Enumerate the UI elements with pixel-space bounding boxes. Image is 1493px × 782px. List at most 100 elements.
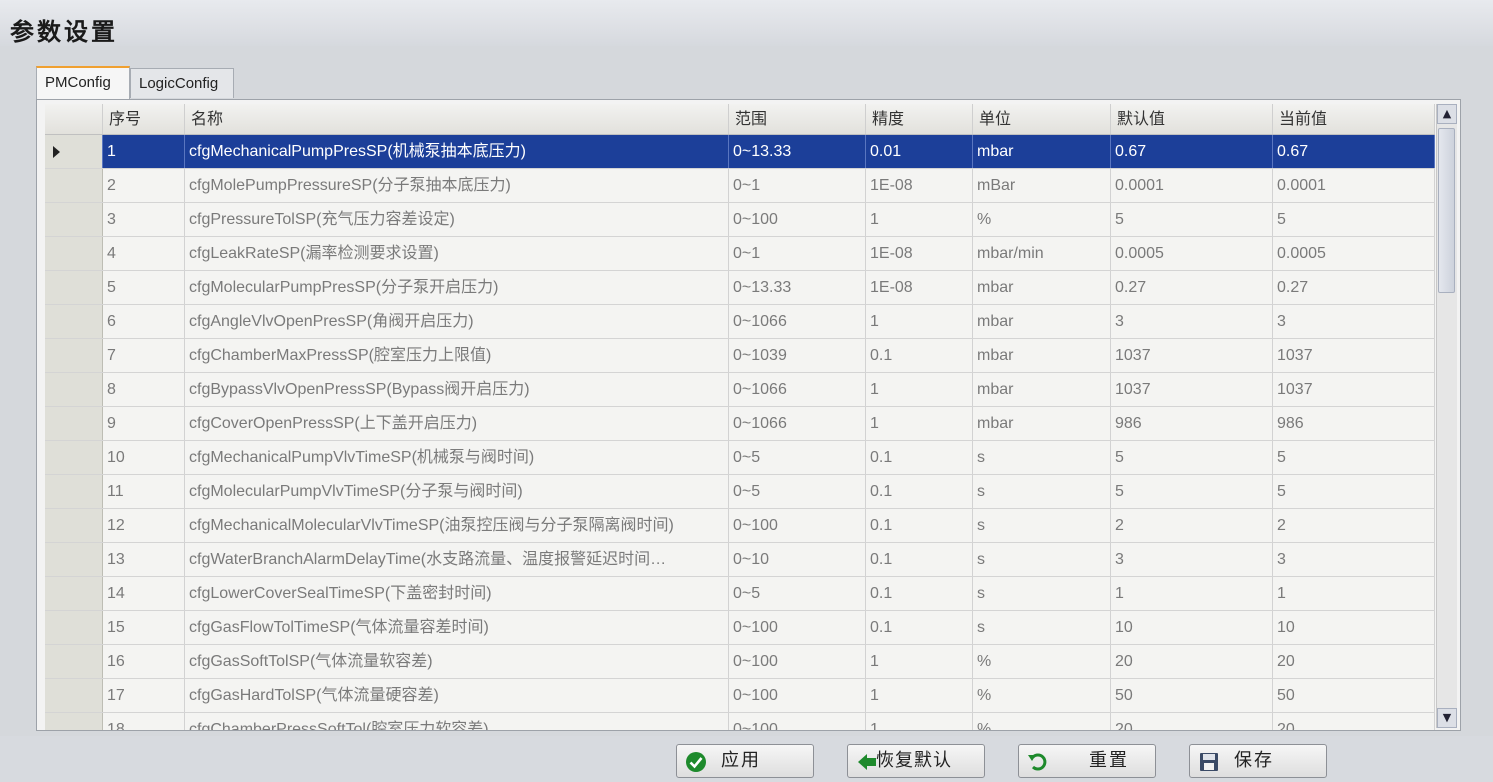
parameter-grid: 序号 名称 范围 精度 单位 默认值 当前值 1 cfgMechanicalPum… bbox=[36, 99, 1461, 731]
cell-name: cfgMechanicalPumpVlvTimeSP(机械泵与阀时间) bbox=[185, 441, 729, 474]
cell-current[interactable]: 5 bbox=[1273, 203, 1435, 236]
row-indicator[interactable] bbox=[45, 509, 103, 542]
row-indicator[interactable] bbox=[45, 305, 103, 338]
table-row[interactable]: 18 cfgChamberPressSoftTol(腔室压力软容差) 0~100 1%… bbox=[45, 713, 1435, 730]
cell-current[interactable]: 2 bbox=[1273, 509, 1435, 542]
apply-button[interactable]: 应用 bbox=[676, 744, 814, 778]
row-indicator[interactable] bbox=[45, 679, 103, 712]
row-indicator[interactable] bbox=[45, 339, 103, 372]
cell-name: cfgMolecularPumpPresSP(分子泵开启压力) bbox=[185, 271, 729, 304]
table-row[interactable]: 17 cfgGasHardTolSP(气体流量硬容差) 0~100 1% 50 50 bbox=[45, 679, 1435, 713]
cell-current[interactable]: 986 bbox=[1273, 407, 1435, 440]
header-index[interactable]: 序号 bbox=[103, 104, 185, 134]
row-indicator[interactable] bbox=[45, 475, 103, 508]
save-button[interactable]: 保存 bbox=[1189, 744, 1327, 778]
cell-current[interactable]: 1 bbox=[1273, 577, 1435, 610]
cell-current[interactable]: 3 bbox=[1273, 305, 1435, 338]
cell-current[interactable]: 1037 bbox=[1273, 339, 1435, 372]
row-indicator[interactable] bbox=[45, 645, 103, 678]
row-indicator[interactable] bbox=[45, 373, 103, 406]
row-indicator[interactable] bbox=[45, 237, 103, 270]
cell-precision: 0.1 bbox=[866, 475, 973, 508]
row-indicator[interactable] bbox=[45, 203, 103, 236]
cell-name: cfgMechanicalPumpPresSP(机械泵抽本底压力) bbox=[185, 135, 729, 168]
table-row[interactable]: 15 cfgGasFlowTolTimeSP(气体流量容差时间) 0~100 0.1 s… bbox=[45, 611, 1435, 645]
table-row[interactable]: 16 cfgGasSoftTolSP(气体流量软容差) 0~100 1% 20 20 bbox=[45, 645, 1435, 679]
row-pointer-icon bbox=[53, 146, 60, 158]
cell-range: 0~10 bbox=[729, 543, 866, 576]
cell-unit: mbar bbox=[973, 373, 1111, 406]
cell-index: 8 bbox=[103, 373, 185, 406]
cell-current[interactable]: 20 bbox=[1273, 645, 1435, 678]
reset-button[interactable]: 重置 bbox=[1018, 744, 1156, 778]
table-row[interactable]: 14 cfgLowerCoverSealTimeSP(下盖密封时间) 0~5 0.1 s… bbox=[45, 577, 1435, 611]
cell-default: 5 bbox=[1111, 475, 1273, 508]
cell-current[interactable]: 3 bbox=[1273, 543, 1435, 576]
cell-current[interactable]: 0.0005 bbox=[1273, 237, 1435, 270]
cell-current[interactable]: 10 bbox=[1273, 611, 1435, 644]
row-indicator[interactable] bbox=[45, 611, 103, 644]
cell-name: cfgGasFlowTolTimeSP(气体流量容差时间) bbox=[185, 611, 729, 644]
table-row[interactable]: 1 cfgMechanicalPumpPresSP(机械泵抽本底压力) 0~13.3… bbox=[45, 135, 1435, 169]
check-icon bbox=[686, 752, 706, 772]
cell-range: 0~100 bbox=[729, 713, 866, 730]
scroll-up-icon[interactable]: ▲ bbox=[1437, 104, 1457, 124]
table-row[interactable]: 11 cfgMolecularPumpVlvTimeSP(分子泵与阀时间) 0~5 0… bbox=[45, 475, 1435, 509]
tab-logicconfig[interactable]: LogicConfig bbox=[130, 68, 234, 98]
row-indicator[interactable] bbox=[45, 407, 103, 440]
restore-default-button[interactable]: 恢复默认 bbox=[847, 744, 985, 778]
header-default[interactable]: 默认值 bbox=[1111, 104, 1273, 134]
table-row[interactable]: 6 cfgAngleVlvOpenPresSP(角阀开启压力) 0~1066 1 mba… bbox=[45, 305, 1435, 339]
cell-precision: 1 bbox=[866, 203, 973, 236]
table-row[interactable]: 8 cfgBypassVlvOpenPressSP(Bypass阀开启压力) 0~1… bbox=[45, 373, 1435, 407]
cell-current[interactable]: 0.27 bbox=[1273, 271, 1435, 304]
reset-button-label: 重置 bbox=[1089, 750, 1129, 771]
cell-default: 0.0005 bbox=[1111, 237, 1273, 270]
cell-current[interactable]: 50 bbox=[1273, 679, 1435, 712]
row-indicator[interactable] bbox=[45, 577, 103, 610]
table-row[interactable]: 12 cfgMechanicalMolecularVlvTimeSP(油泵控压阀与… bbox=[45, 509, 1435, 543]
table-row[interactable]: 3 cfgPressureTolSP(充气压力容差设定) 0~100 1% 5 5 bbox=[45, 203, 1435, 237]
window-title: 参数设置 bbox=[10, 18, 118, 46]
row-indicator[interactable] bbox=[45, 543, 103, 576]
row-indicator[interactable] bbox=[45, 713, 103, 730]
header-range[interactable]: 范围 bbox=[729, 104, 866, 134]
cell-precision: 0.1 bbox=[866, 509, 973, 542]
table-row[interactable]: 13 cfgWaterBranchAlarmDelayTime(水支路流量、温度报… bbox=[45, 543, 1435, 577]
vertical-scrollbar[interactable]: ▲ ▼ bbox=[1436, 104, 1457, 728]
table-row[interactable]: 4 cfgLeakRateSP(漏率检测要求设置) 0~1 1E-08 mbar/min… bbox=[45, 237, 1435, 271]
header-precision[interactable]: 精度 bbox=[866, 104, 973, 134]
cell-current[interactable]: 0.67 bbox=[1273, 135, 1435, 168]
tab-pmconfig-label: PMConfig bbox=[45, 74, 111, 91]
cell-default: 5 bbox=[1111, 203, 1273, 236]
cell-index: 1 bbox=[103, 135, 185, 168]
cell-index: 17 bbox=[103, 679, 185, 712]
table-row[interactable]: 5 cfgMolecularPumpPresSP(分子泵开启压力) 0~13.33 1… bbox=[45, 271, 1435, 305]
row-indicator[interactable] bbox=[45, 135, 103, 168]
row-indicator[interactable] bbox=[45, 441, 103, 474]
header-current[interactable]: 当前值 bbox=[1273, 104, 1435, 134]
cell-current[interactable]: 0.0001 bbox=[1273, 169, 1435, 202]
table-row[interactable]: 10 cfgMechanicalPumpVlvTimeSP(机械泵与阀时间) 0~5… bbox=[45, 441, 1435, 475]
cell-current[interactable]: 5 bbox=[1273, 475, 1435, 508]
cell-unit: s bbox=[973, 475, 1111, 508]
cell-default: 0.27 bbox=[1111, 271, 1273, 304]
table-row[interactable]: 2 cfgMolePumpPressureSP(分子泵抽本底压力) 0~1 1E-08… bbox=[45, 169, 1435, 203]
cell-current[interactable]: 1037 bbox=[1273, 373, 1435, 406]
cell-range: 0~5 bbox=[729, 441, 866, 474]
cell-current[interactable]: 20 bbox=[1273, 713, 1435, 730]
apply-button-label: 应用 bbox=[721, 750, 761, 771]
row-indicator[interactable] bbox=[45, 271, 103, 304]
header-name[interactable]: 名称 bbox=[185, 104, 729, 134]
cell-current[interactable]: 5 bbox=[1273, 441, 1435, 474]
row-indicator[interactable] bbox=[45, 169, 103, 202]
header-unit[interactable]: 单位 bbox=[973, 104, 1111, 134]
cell-name: cfgBypassVlvOpenPressSP(Bypass阀开启压力) bbox=[185, 373, 729, 406]
tab-pmconfig[interactable]: PMConfig bbox=[36, 66, 130, 100]
table-row[interactable]: 9 cfgCoverOpenPressSP(上下盖开启压力) 0~1066 1 mbar… bbox=[45, 407, 1435, 441]
table-row[interactable]: 7 cfgChamberMaxPressSP(腔室压力上限值) 0~1039 0.1 m… bbox=[45, 339, 1435, 373]
cell-default: 50 bbox=[1111, 679, 1273, 712]
scroll-down-icon[interactable]: ▼ bbox=[1437, 708, 1457, 728]
scroll-thumb[interactable] bbox=[1438, 128, 1455, 293]
cell-index: 18 bbox=[103, 713, 185, 730]
